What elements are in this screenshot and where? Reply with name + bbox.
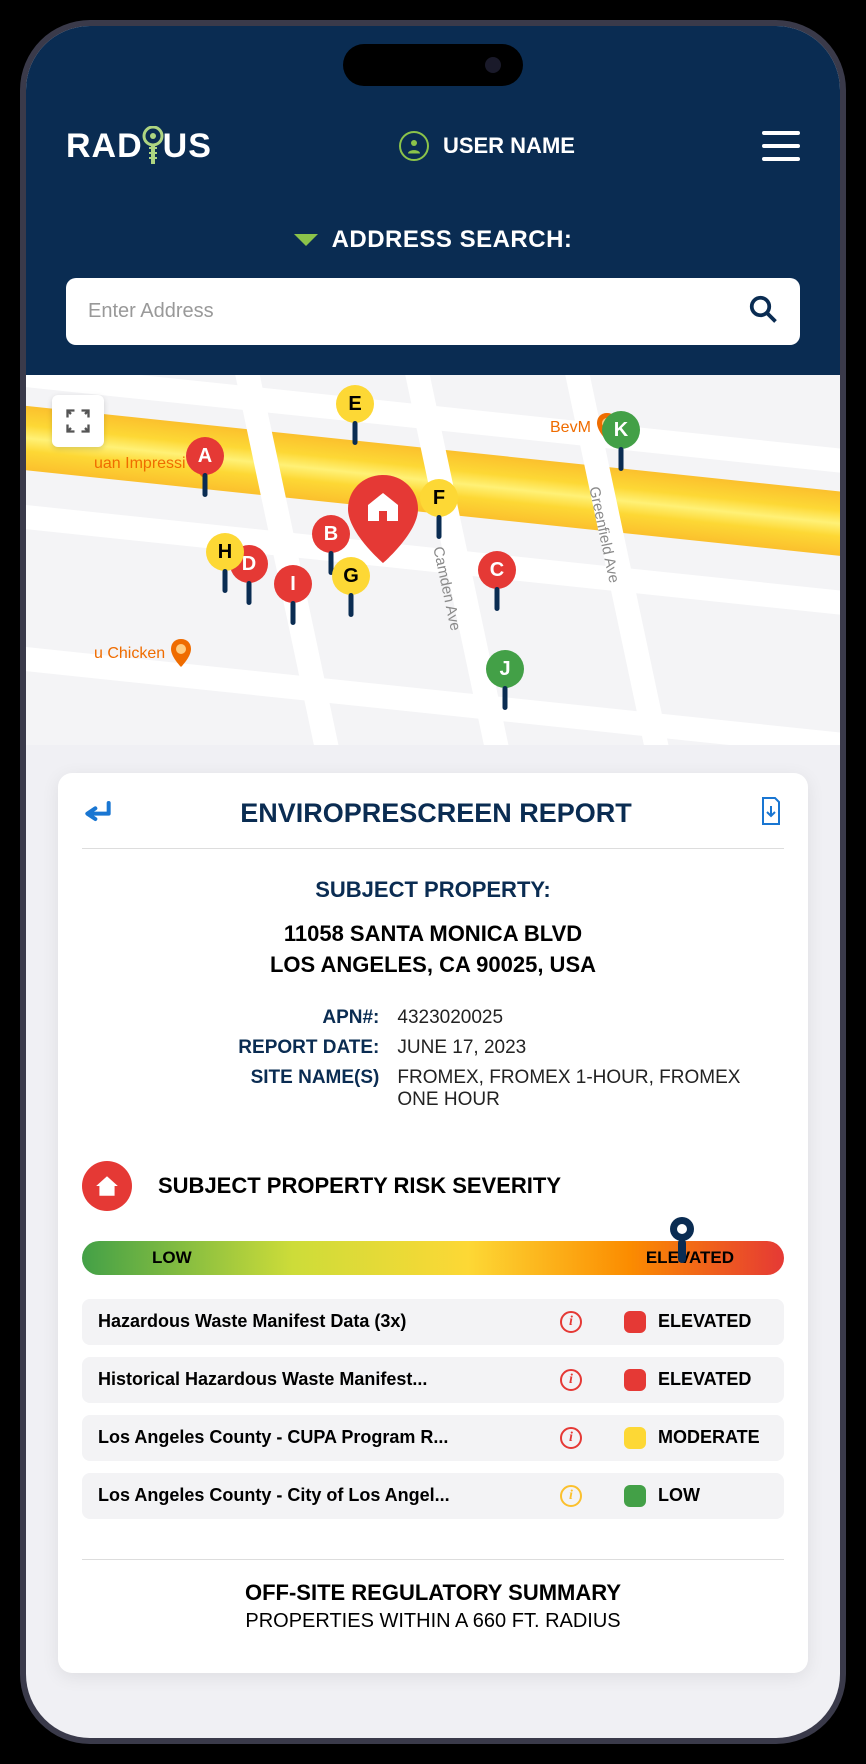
info-icon[interactable]: i bbox=[560, 1311, 582, 1333]
apn-label: APN#: bbox=[82, 1007, 379, 1029]
subject-address: 11058 SANTA MONICA BLVD LOS ANGELES, CA … bbox=[82, 919, 784, 981]
risk-level-label: ELEVATED bbox=[658, 1311, 768, 1332]
hamburger-menu-icon[interactable] bbox=[762, 131, 800, 161]
address-search-input[interactable] bbox=[88, 300, 748, 323]
info-icon[interactable]: i bbox=[560, 1427, 582, 1449]
user-name-label: USER NAME bbox=[443, 133, 575, 159]
risk-level-label: ELEVATED bbox=[658, 1369, 768, 1390]
info-icon[interactable]: i bbox=[560, 1485, 582, 1507]
risk-item[interactable]: Los Angeles County - City of Los Angel..… bbox=[82, 1473, 784, 1519]
report-date-value: JUNE 17, 2023 bbox=[397, 1037, 784, 1059]
report-date-label: REPORT DATE: bbox=[82, 1037, 379, 1059]
map-pin-f[interactable]: F bbox=[420, 479, 458, 517]
risk-section-title: SUBJECT PROPERTY RISK SEVERITY bbox=[158, 1173, 561, 1199]
poi-label: uan Impressi bbox=[94, 455, 186, 473]
map[interactable]: uan Impressiu ChickenBevM Camden AveGree… bbox=[26, 375, 840, 745]
map-pin-k[interactable]: K bbox=[602, 411, 640, 449]
risk-marker-icon bbox=[665, 1215, 699, 1265]
report-title: ENVIROPRESCREEN REPORT bbox=[240, 798, 632, 829]
level-swatch-icon bbox=[624, 1427, 646, 1449]
offsite-summary-title: OFF-SITE REGULATORY SUMMARY bbox=[82, 1580, 784, 1606]
risk-item-name: Los Angeles County - CUPA Program R... bbox=[98, 1427, 548, 1448]
logo[interactable]: RAD US bbox=[66, 126, 212, 166]
offsite-summary-sub: PROPERTIES WITHIN A 660 FT. RADIUS bbox=[82, 1610, 784, 1633]
risk-item-name: Historical Hazardous Waste Manifest... bbox=[98, 1369, 548, 1390]
restaurant-pin-icon bbox=[169, 639, 193, 669]
risk-item-name: Hazardous Waste Manifest Data (3x) bbox=[98, 1311, 548, 1332]
map-pin-b[interactable]: B bbox=[312, 515, 350, 553]
search-label: ADDRESS SEARCH: bbox=[332, 226, 573, 254]
back-button[interactable] bbox=[82, 795, 114, 832]
report-card: ENVIROPRESCREEN REPORT SUBJECT PROPERTY:… bbox=[58, 773, 808, 1673]
site-names-label: SITE NAME(S) bbox=[82, 1067, 379, 1111]
risk-item[interactable]: Los Angeles County - CUPA Program R... i… bbox=[82, 1415, 784, 1461]
subject-property-heading: SUBJECT PROPERTY: bbox=[82, 877, 784, 903]
risk-bar-low-label: LOW bbox=[152, 1248, 192, 1268]
info-icon[interactable]: i bbox=[560, 1369, 582, 1391]
search-icon[interactable] bbox=[748, 294, 778, 329]
apn-value: 4323020025 bbox=[397, 1007, 784, 1029]
address-line-1: 11058 SANTA MONICA BLVD bbox=[82, 919, 784, 950]
site-names-value: FROMEX, FROMEX 1-HOUR, FROMEX ONE HOUR bbox=[397, 1067, 784, 1111]
map-pin-h[interactable]: H bbox=[206, 533, 244, 571]
logo-text-2: US bbox=[163, 127, 212, 166]
caret-down-icon bbox=[294, 234, 318, 246]
subject-property-pin-icon[interactable] bbox=[346, 475, 420, 565]
poi-label: BevM bbox=[550, 419, 591, 437]
logo-text-1: RAD bbox=[66, 127, 143, 166]
expand-map-button[interactable] bbox=[52, 395, 104, 447]
risk-items-list: Hazardous Waste Manifest Data (3x) i ELE… bbox=[82, 1299, 784, 1519]
map-poi[interactable]: u Chicken bbox=[94, 639, 193, 669]
map-pin-e[interactable]: E bbox=[336, 385, 374, 423]
search-box[interactable] bbox=[66, 278, 800, 345]
risk-level-label: LOW bbox=[658, 1485, 768, 1506]
home-badge-icon bbox=[82, 1161, 132, 1211]
phone-notch bbox=[343, 44, 523, 86]
map-pin-a[interactable]: A bbox=[186, 437, 224, 475]
address-line-2: LOS ANGELES, CA 90025, USA bbox=[82, 950, 784, 981]
level-swatch-icon bbox=[624, 1485, 646, 1507]
risk-severity-bar: LOW ELEVATED bbox=[82, 1241, 784, 1275]
poi-label: u Chicken bbox=[94, 645, 165, 663]
risk-item[interactable]: Hazardous Waste Manifest Data (3x) i ELE… bbox=[82, 1299, 784, 1345]
logo-pin-icon bbox=[141, 126, 165, 166]
download-pdf-button[interactable] bbox=[758, 796, 784, 831]
map-pin-j[interactable]: J bbox=[486, 650, 524, 688]
user-menu[interactable]: USER NAME bbox=[399, 131, 575, 161]
risk-item-name: Los Angeles County - City of Los Angel..… bbox=[98, 1485, 548, 1506]
user-icon bbox=[399, 131, 429, 161]
risk-level-label: MODERATE bbox=[658, 1427, 768, 1448]
map-pin-i[interactable]: I bbox=[274, 565, 312, 603]
map-pin-c[interactable]: C bbox=[478, 551, 516, 589]
level-swatch-icon bbox=[624, 1311, 646, 1333]
level-swatch-icon bbox=[624, 1369, 646, 1391]
risk-item[interactable]: Historical Hazardous Waste Manifest... i… bbox=[82, 1357, 784, 1403]
